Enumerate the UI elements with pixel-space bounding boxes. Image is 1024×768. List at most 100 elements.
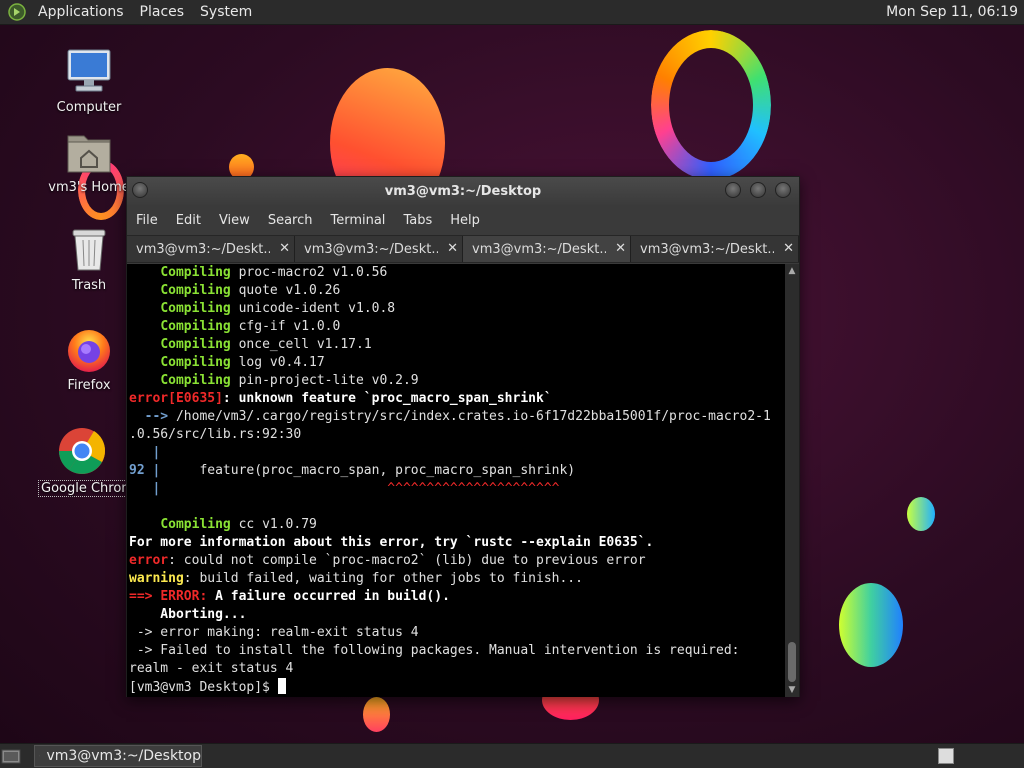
terminal-text: Compiling bbox=[160, 517, 231, 532]
terminal-text: error[E0635] bbox=[129, 391, 223, 406]
maximize-button[interactable] bbox=[750, 182, 766, 198]
terminal-line: Compiling log v0.4.17 bbox=[129, 354, 785, 372]
computer-icon bbox=[67, 49, 111, 92]
terminal-line: Compiling quote v1.0.26 bbox=[129, 282, 785, 300]
terminal-line: Compiling unicode-ident v1.0.8 bbox=[129, 300, 785, 318]
terminal-text: : unknown feature `proc_macro_span_shrin… bbox=[222, 391, 552, 406]
tab-close-icon[interactable]: ✕ bbox=[447, 241, 458, 256]
terminal-text: ==> bbox=[129, 589, 161, 604]
gnome-foot-icon[interactable] bbox=[8, 3, 26, 21]
terminal-text: | bbox=[129, 481, 161, 496]
terminal-text: A failure occurred in build(). bbox=[207, 589, 450, 604]
terminal-line: Aborting... bbox=[129, 606, 785, 624]
terminal-text: Compiling bbox=[160, 355, 231, 370]
terminal-text: cfg-if v1.0.0 bbox=[230, 319, 341, 334]
menu-tabs[interactable]: Tabs bbox=[394, 213, 441, 228]
terminal-line: ==> ERROR: A failure occurred in build()… bbox=[129, 588, 785, 606]
applications-menu[interactable]: Applications bbox=[30, 4, 132, 20]
terminal-line: | bbox=[129, 444, 785, 462]
terminal-line: For more information about this error, t… bbox=[129, 534, 785, 552]
tab-close-icon[interactable]: ✕ bbox=[783, 241, 794, 256]
desktop-icon-label: Computer bbox=[56, 100, 122, 115]
places-menu[interactable]: Places bbox=[132, 4, 193, 20]
scrollbar-thumb[interactable] bbox=[788, 642, 796, 682]
taskbar-label: vm3@vm3:~/Desktop bbox=[46, 748, 201, 764]
scroll-down-icon[interactable]: ▼ bbox=[785, 683, 799, 697]
terminal-text: -> error making: realm-exit status 4 bbox=[129, 625, 419, 640]
desktop-icon-firefox[interactable]: Firefox bbox=[39, 326, 139, 393]
terminal-window[interactable]: vm3@vm3:~/Desktop File Edit View Search … bbox=[126, 176, 800, 697]
close-button[interactable] bbox=[775, 182, 791, 198]
terminal-text: .0.56/src/lib.rs:92:30 bbox=[129, 427, 302, 442]
terminal-text: proc-macro2 v1.0.56 bbox=[230, 265, 388, 280]
terminal-line: Compiling once_cell v1.17.1 bbox=[129, 336, 785, 354]
desktop-icon-trash[interactable]: Trash bbox=[39, 226, 139, 293]
terminal-tab-2[interactable]: vm3@vm3:~/Deskt... ✕ bbox=[295, 236, 463, 262]
trash-icon bbox=[72, 229, 106, 271]
window-titlebar[interactable]: vm3@vm3:~/Desktop bbox=[127, 177, 799, 205]
menu-edit[interactable]: Edit bbox=[167, 213, 210, 228]
terminal-line: error: could not compile `proc-macro2` (… bbox=[129, 552, 785, 570]
minimize-button[interactable] bbox=[725, 182, 741, 198]
terminal-text: [vm3@vm3 Desktop]$ bbox=[129, 680, 278, 695]
terminal-text: : build failed, waiting for other jobs t… bbox=[183, 571, 583, 586]
menu-help[interactable]: Help bbox=[441, 213, 489, 228]
terminal-tab-1[interactable]: vm3@vm3:~/Deskt... ✕ bbox=[127, 236, 295, 262]
menu-view[interactable]: View bbox=[210, 213, 259, 228]
firefox-icon bbox=[68, 330, 110, 372]
taskbar-terminal-button[interactable]: vm3@vm3:~/Desktop bbox=[34, 745, 202, 767]
terminal-line: Compiling pin-project-lite v0.2.9 bbox=[129, 372, 785, 390]
workspace-switcher-icon[interactable] bbox=[938, 748, 954, 764]
scroll-up-icon[interactable]: ▲ bbox=[785, 264, 799, 278]
menu-terminal[interactable]: Terminal bbox=[321, 213, 394, 228]
terminal-tabbar: vm3@vm3:~/Deskt... ✕ vm3@vm3:~/Deskt... … bbox=[127, 235, 799, 263]
terminal-line: realm - exit status 4 bbox=[129, 660, 785, 678]
tab-label: vm3@vm3:~/Deskt... bbox=[640, 241, 774, 257]
desktop-icon-label: Google Chrome bbox=[38, 480, 126, 497]
terminal-line: --> /home/vm3/.cargo/registry/src/index.… bbox=[129, 408, 785, 426]
terminal-line: -> error making: realm-exit status 4 bbox=[129, 624, 785, 642]
desktop-icon-computer[interactable]: Computer bbox=[39, 46, 139, 115]
terminal-text: --> bbox=[129, 409, 176, 424]
terminal-text: log v0.4.17 bbox=[230, 355, 325, 370]
show-desktop-icon[interactable] bbox=[0, 745, 22, 767]
tab-close-icon[interactable]: ✕ bbox=[279, 241, 290, 256]
terminal-text: Compiling bbox=[160, 319, 231, 334]
window-menu-button[interactable] bbox=[132, 182, 148, 198]
terminal-text: | bbox=[144, 463, 161, 478]
wallpaper-blob-teal bbox=[907, 497, 935, 531]
terminal-tab-3[interactable]: vm3@vm3:~/Deskt... ✕ bbox=[463, 236, 631, 262]
menu-search[interactable]: Search bbox=[259, 213, 322, 228]
terminal-cursor bbox=[277, 678, 286, 694]
bottom-panel: vm3@vm3:~/Desktop bbox=[0, 743, 1024, 768]
terminal-text: Compiling bbox=[160, 283, 231, 298]
terminal-text: Aborting... bbox=[129, 607, 247, 622]
terminal-icon bbox=[39, 755, 41, 757]
terminal-output[interactable]: Compiling proc-macro2 v1.0.56 Compiling … bbox=[127, 264, 785, 697]
terminal-text: error bbox=[129, 553, 169, 568]
desktop-icon-chrome[interactable]: Google Chrome bbox=[38, 426, 126, 497]
terminal-scrollbar[interactable]: ▲ ▼ bbox=[785, 264, 799, 697]
terminal-text: feature(proc_macro_span, proc_macro_span… bbox=[160, 463, 576, 478]
terminal-line: error[E0635]: unknown feature `proc_macr… bbox=[129, 390, 785, 408]
terminal-text: Compiling bbox=[160, 301, 231, 316]
terminal-tab-4[interactable]: vm3@vm3:~/Deskt... ✕ bbox=[631, 236, 799, 262]
menu-file[interactable]: File bbox=[127, 213, 167, 228]
terminal-text: once_cell v1.17.1 bbox=[230, 337, 372, 352]
desktop-icon-label: Trash bbox=[71, 278, 107, 293]
panel-clock[interactable]: Mon Sep 11, 06:19 bbox=[886, 4, 1024, 20]
tab-label: vm3@vm3:~/Deskt... bbox=[472, 241, 606, 257]
desktop-icon-home[interactable]: vm3's Home bbox=[39, 128, 139, 195]
system-menu[interactable]: System bbox=[192, 4, 260, 20]
terminal-line: 92 | feature(proc_macro_span, proc_macro… bbox=[129, 462, 785, 480]
terminal-line: -> Failed to install the following packa… bbox=[129, 642, 785, 660]
wallpaper-blob-bottom-orange bbox=[363, 697, 390, 732]
terminal-text: unicode-ident v1.0.8 bbox=[230, 301, 396, 316]
tab-label: vm3@vm3:~/Deskt... bbox=[136, 241, 270, 257]
terminal-text: realm - exit status 4 bbox=[129, 661, 294, 676]
tab-close-icon[interactable]: ✕ bbox=[615, 241, 626, 256]
